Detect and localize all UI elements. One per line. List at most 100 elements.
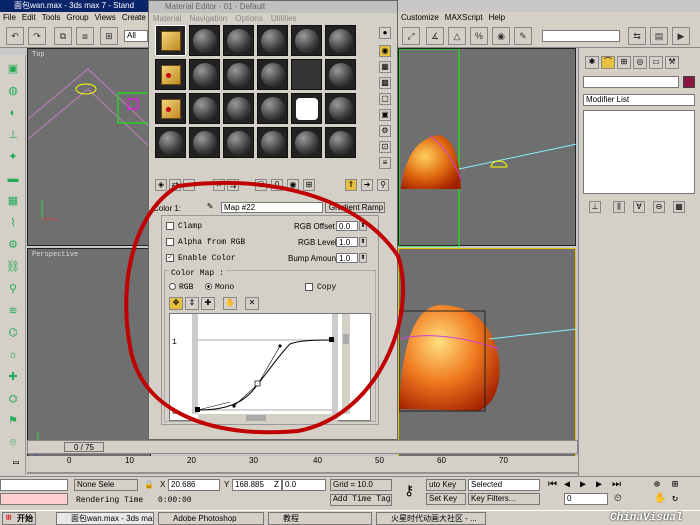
zoom-icon[interactable]: ⊕ — [654, 479, 660, 491]
tool-icon-4[interactable]: ⊥ — [4, 127, 22, 143]
orbit-icon[interactable]: ↻ — [672, 493, 678, 505]
sample-slot[interactable] — [223, 59, 254, 90]
render-scene-icon[interactable]: ▤ — [650, 27, 668, 45]
utilities-tab-icon[interactable]: ⚒ — [665, 56, 679, 69]
menu-create[interactable]: Create — [122, 13, 146, 22]
pan-view-icon[interactable]: ✋ — [654, 493, 666, 505]
background-icon[interactable]: ▦ — [379, 61, 391, 73]
tool-icon-11[interactable]: ⚲ — [4, 281, 22, 297]
object-color-swatch[interactable] — [683, 76, 695, 88]
tool-icon-9[interactable]: ⚙ — [4, 237, 22, 253]
material-map-navigator-icon[interactable]: ≡ — [379, 157, 391, 169]
spinner-snap-icon[interactable]: ◉ — [492, 27, 510, 45]
snap-icon[interactable]: ∡ — [426, 27, 444, 45]
current-frame-input[interactable]: 0 — [564, 493, 608, 505]
track-bar[interactable]: ▭ 0 10 20 30 40 50 60 70 — [13, 456, 578, 476]
sample-slot[interactable] — [155, 25, 186, 56]
zoom-all-icon[interactable]: ⊞ — [672, 479, 678, 491]
sample-slot[interactable] — [189, 59, 220, 90]
maxscript-listener-top[interactable] — [0, 479, 68, 491]
link-icon[interactable]: ⧉ — [54, 27, 72, 45]
sample-slot[interactable] — [291, 127, 322, 158]
sample-type-icon[interactable]: ● — [379, 27, 391, 39]
tool-icon-5[interactable]: ✦ — [4, 149, 22, 165]
menu-help[interactable]: Help — [489, 13, 505, 22]
me-menu-options[interactable]: Options — [235, 14, 263, 23]
tool-icon-8[interactable]: ⌇ — [4, 215, 22, 231]
make-unique-icon[interactable]: ∀ — [633, 201, 645, 213]
modifier-stack[interactable] — [583, 110, 695, 194]
selection-filter[interactable]: All — [124, 30, 148, 42]
menu-group[interactable]: Group — [66, 13, 88, 22]
tool-icon-12[interactable]: ≋ — [4, 303, 22, 319]
time-slider-thumb[interactable]: 0 / 75 — [64, 442, 104, 452]
unlink-icon[interactable]: ⧈ — [76, 27, 94, 45]
previous-frame-icon[interactable]: ◀ — [564, 479, 570, 491]
add-time-tag-button[interactable]: Add Time Tag — [330, 494, 392, 506]
x-coordinate[interactable]: 20.686 — [168, 479, 220, 491]
sample-slot[interactable] — [257, 59, 288, 90]
task-item-photoshop[interactable]: Adobe Photoshop — [158, 512, 264, 525]
menu-customize[interactable]: Customize — [401, 13, 439, 22]
me-menu-utilities[interactable]: Utilities — [271, 14, 297, 23]
track-bar-icon[interactable]: ▭ — [13, 457, 19, 469]
task-item-3dsmax[interactable]: 面包wan.max - 3ds max 7 — [56, 512, 154, 525]
sample-slot[interactable] — [223, 127, 254, 158]
sample-slot[interactable] — [155, 127, 186, 158]
sample-slot[interactable] — [325, 25, 356, 56]
task-item-folder[interactable]: 教程 — [268, 512, 372, 525]
quick-render-icon[interactable]: ▶ — [672, 27, 690, 45]
key-icon[interactable]: ⚷ — [404, 483, 414, 500]
viewport-front[interactable] — [398, 48, 577, 247]
menu-file[interactable]: File — [3, 13, 16, 22]
sample-slot[interactable] — [257, 93, 288, 124]
go-to-end-icon[interactable]: ⏭ — [612, 479, 621, 491]
time-slider[interactable]: 0 / 75 — [27, 440, 578, 454]
sample-slot[interactable] — [155, 59, 186, 90]
tool-icon-14[interactable]: ☼ — [4, 347, 22, 363]
task-item-browser[interactable]: 火星时代动画大社区 - ... — [376, 512, 486, 525]
sample-slot[interactable] — [325, 127, 356, 158]
object-name-input[interactable] — [583, 76, 679, 88]
time-config-icon[interactable]: ⏲ — [614, 493, 622, 505]
create-tab-icon[interactable]: ✱ — [585, 56, 599, 69]
mirror-icon[interactable]: ⇆ — [628, 27, 646, 45]
uv-tiling-icon[interactable]: ▩ — [379, 77, 391, 89]
menu-edit[interactable]: Edit — [22, 13, 36, 22]
sample-slot[interactable] — [291, 25, 322, 56]
motion-tab-icon[interactable]: ◎ — [633, 56, 647, 69]
menu-maxscript[interactable]: MAXScript — [445, 13, 483, 22]
tool-icon-16[interactable]: ⛭ — [4, 391, 22, 407]
me-menu-navigation[interactable]: Navigation — [189, 14, 227, 23]
modify-tab-icon[interactable]: ⌒ — [601, 56, 615, 69]
align-icon[interactable]: ⤢ — [402, 27, 420, 45]
sample-slot[interactable] — [325, 93, 356, 124]
options-icon[interactable]: ⚙ — [379, 125, 391, 137]
display-tab-icon[interactable]: ▭ — [649, 56, 663, 69]
video-color-icon[interactable]: ▢ — [379, 93, 391, 105]
hierarchy-tab-icon[interactable]: ⊞ — [617, 56, 631, 69]
me-menu-material[interactable]: Material — [153, 14, 181, 23]
play-icon[interactable]: ▶ — [580, 479, 586, 491]
sample-slot[interactable] — [325, 59, 356, 90]
make-preview-icon[interactable]: ▣ — [379, 109, 391, 121]
remove-modifier-icon[interactable]: ⊖ — [653, 201, 665, 213]
sample-slot[interactable] — [291, 59, 322, 90]
maxscript-listener-bottom[interactable] — [0, 493, 68, 505]
tool-icon-1[interactable]: ▣ — [4, 61, 22, 77]
named-selection[interactable] — [542, 30, 620, 42]
sample-slot[interactable] — [155, 93, 186, 124]
sample-slot[interactable] — [189, 25, 220, 56]
configure-sets-icon[interactable]: ▦ — [673, 201, 685, 213]
sample-slot[interactable] — [223, 93, 254, 124]
angle-snap-icon[interactable]: △ — [448, 27, 466, 45]
percent-snap-icon[interactable]: % — [470, 27, 488, 45]
tool-icon-2[interactable]: ◍ — [4, 83, 22, 99]
tool-icon-7[interactable]: ▦ — [4, 193, 22, 209]
auto-key-button[interactable]: uto Key — [426, 479, 466, 491]
go-to-start-icon[interactable]: ⏮ — [548, 479, 557, 491]
tool-icon-13[interactable]: ⌬ — [4, 325, 22, 341]
tool-icon-18[interactable]: ⌾ — [4, 435, 22, 451]
next-frame-icon[interactable]: ▶ — [596, 479, 602, 491]
modifier-list-dropdown[interactable]: Modifier List — [583, 94, 695, 106]
